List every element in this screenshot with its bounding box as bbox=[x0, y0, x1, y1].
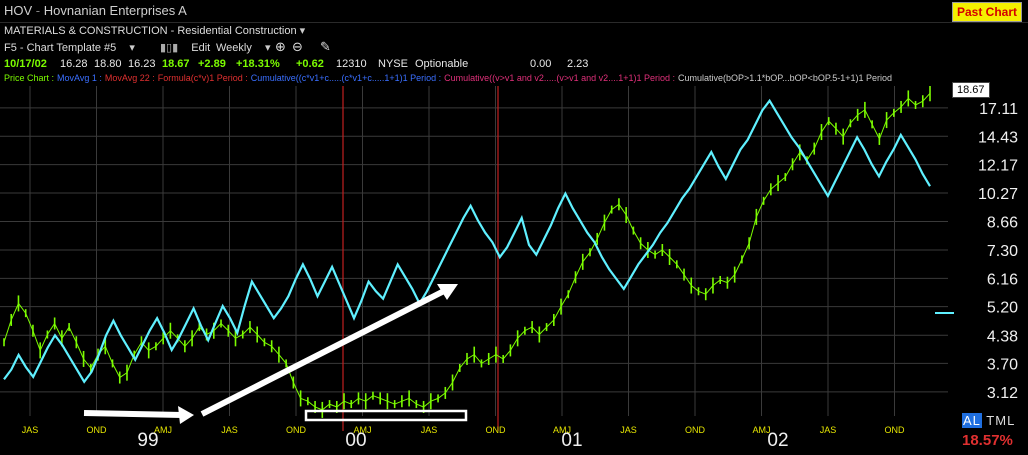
sector-row: MATERIALS & CONSTRUCTION - Residential C… bbox=[0, 22, 1028, 39]
indicator-legend: Price Chart : MovAvg 1 : MovAvg 22 : Formul… bbox=[0, 72, 1028, 86]
edit-label: Edit bbox=[191, 42, 211, 54]
period-dropdown[interactable]: Weekly bbox=[216, 41, 270, 54]
quote-optionable: Optionable bbox=[415, 58, 469, 70]
quote-change: +2.89 bbox=[198, 58, 226, 70]
quote-extra-change: +0.62 bbox=[296, 58, 324, 70]
time-range-tabs[interactable]: AL TML bbox=[962, 413, 1015, 428]
tab-tml[interactable]: TML bbox=[986, 413, 1015, 428]
quote-val1: 0.00 bbox=[530, 58, 552, 70]
year-label: 02 bbox=[767, 430, 788, 451]
quote-pct-change: +18.31% bbox=[236, 58, 280, 70]
price-chart[interactable]: JAS OND AMJ JAS OND AMJ JAS OND AMJ JAS OND AMJ JAS O… bbox=[0, 86, 1028, 455]
price-tick: 7.30 bbox=[987, 243, 1018, 260]
toolbar: F5 - Chart Template #5 ▮▯▮ Edit Weekly ⊕… bbox=[0, 39, 1028, 57]
template-label: F5 - Chart Template #5 bbox=[4, 42, 117, 54]
symbol: HOV bbox=[4, 3, 33, 18]
quote-row: 10/17/02 16.28 18.80 16.23 18.67 +2.89 +… bbox=[0, 57, 1028, 72]
quarter-label: OND bbox=[685, 425, 706, 435]
annotation-box bbox=[304, 409, 468, 422]
indicator-list: Price Chart : MovAvg 1 : MovAvg 22 : Formul… bbox=[4, 73, 895, 83]
year-label: 99 bbox=[137, 430, 158, 451]
price-tick: 14.43 bbox=[978, 129, 1018, 146]
annotation-arrow bbox=[83, 410, 183, 418]
quarter-label: OND bbox=[486, 425, 507, 435]
chart-grid bbox=[0, 86, 948, 431]
quote-date: 10/17/02 bbox=[4, 58, 47, 70]
indicator-label: Cumulative((v>v1 and v2.....(v>v1 and v2… bbox=[444, 73, 675, 83]
zoom-in-icon[interactable]: ⊕ bbox=[275, 39, 286, 55]
period-label: Weekly bbox=[216, 42, 252, 54]
quarter-label: JAS bbox=[820, 425, 837, 435]
year-label: 01 bbox=[561, 430, 582, 451]
title-bar: HOV - Hovnanian Enterprises A Past Chart bbox=[0, 0, 1028, 23]
price-tick: 3.12 bbox=[987, 385, 1018, 402]
quote-open: 16.28 bbox=[60, 58, 88, 70]
quote-high: 18.80 bbox=[94, 58, 122, 70]
price-tick: 12.17 bbox=[978, 158, 1018, 175]
quarter-label: OND bbox=[885, 425, 906, 435]
price-tick: 8.66 bbox=[987, 214, 1018, 231]
quote-volume: 12310 bbox=[336, 58, 367, 70]
draw-pen-icon[interactable]: ✎ bbox=[320, 39, 331, 55]
price-tick: 5.20 bbox=[987, 300, 1018, 317]
indicator-label: Cumulative(bOP>1.1*bOP...bOP<bOP.5-1+1)1… bbox=[677, 73, 893, 83]
price-tick: 17.11 bbox=[979, 101, 1018, 118]
price-tick: 10.27 bbox=[978, 186, 1018, 203]
edit-button[interactable]: ▮▯▮ Edit bbox=[160, 41, 220, 54]
quote-val2: 2.23 bbox=[567, 58, 589, 70]
quote-exchange: NYSE bbox=[378, 58, 408, 70]
price-tick: 4.38 bbox=[987, 328, 1018, 345]
quarter-label: JAS bbox=[221, 425, 238, 435]
indicator-label: MovAvg 1 : bbox=[57, 73, 102, 83]
quarter-label: OND bbox=[87, 425, 108, 435]
arrowhead bbox=[178, 406, 194, 424]
company-name: Hovnanian Enterprises A bbox=[43, 3, 187, 18]
quote-last: 18.67 bbox=[162, 58, 190, 70]
template-dropdown[interactable]: F5 - Chart Template #5 bbox=[4, 41, 135, 54]
quarter-label: JAS bbox=[421, 425, 438, 435]
time-axis: JAS OND AMJ JAS OND AMJ JAS OND AMJ JAS OND AMJ JAS O… bbox=[22, 425, 905, 451]
tab-al[interactable]: AL bbox=[962, 413, 982, 428]
period-percent: 18.57% bbox=[962, 432, 1013, 449]
quarter-label: JAS bbox=[620, 425, 637, 435]
price-tick: 3.70 bbox=[987, 356, 1018, 373]
zoom-out-icon[interactable]: ⊖ bbox=[292, 39, 303, 55]
indicator-label: Formula(c*v)1 Period : bbox=[157, 73, 248, 83]
year-label: 00 bbox=[345, 430, 366, 451]
price-axis: 17.11 14.43 12.17 10.27 8.66 7.30 6.16 5.20 4.38… bbox=[978, 101, 1018, 402]
title-separator: - bbox=[35, 3, 41, 18]
quarter-label: OND bbox=[286, 425, 307, 435]
quote-low: 16.23 bbox=[128, 58, 156, 70]
indicator-label: Cumulative((c*v1+c.....(c*v1+c.....1+1)1… bbox=[250, 73, 442, 83]
ticker-title: HOV - Hovnanian Enterprises A bbox=[4, 3, 187, 18]
indicator-label: MovAvg 22 : bbox=[104, 73, 155, 83]
indicator-label: Price Chart : bbox=[4, 73, 55, 83]
indicator-line bbox=[3, 98, 931, 384]
price-tick: 6.16 bbox=[987, 271, 1018, 288]
past-chart-button[interactable]: Past Chart bbox=[951, 2, 1022, 22]
sector-label: MATERIALS & CONSTRUCTION - Residential C… bbox=[4, 25, 297, 37]
bars-icon: ▮▯▮ bbox=[160, 42, 179, 54]
quarter-label: JAS bbox=[22, 425, 39, 435]
sector-dropdown[interactable]: MATERIALS & CONSTRUCTION - Residential C… bbox=[4, 24, 305, 37]
